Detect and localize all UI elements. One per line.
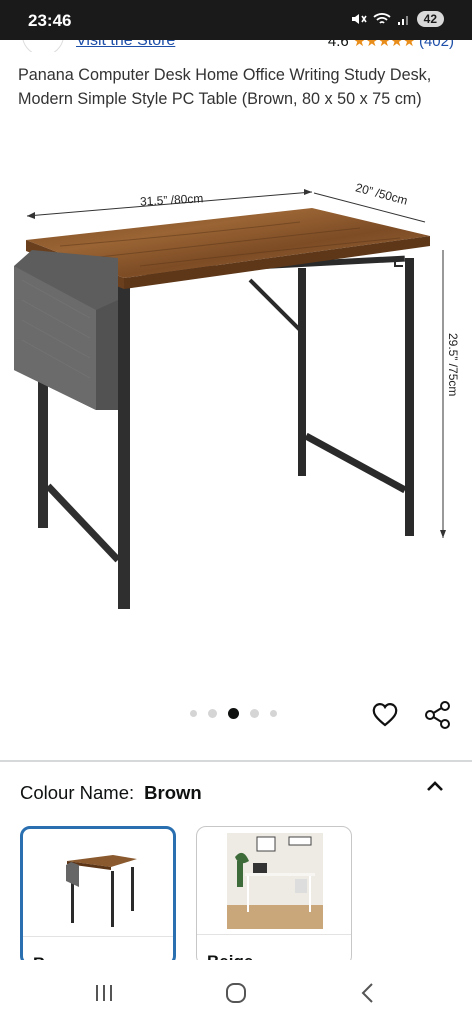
dimension-depth: 20” /50cm [354, 180, 409, 207]
wifi-icon [373, 13, 391, 24]
swatch-divider [23, 936, 173, 937]
carousel-dot[interactable] [270, 710, 277, 717]
product-image[interactable]: 31.5” /80cm 20” /50cm 29.5” /75cm [0, 150, 472, 690]
dimension-height: 29.5” /75cm [446, 333, 460, 396]
dimension-width: 31.5” /80cm [140, 191, 204, 208]
status-icons: 42 [351, 11, 444, 27]
share-icon[interactable] [424, 700, 452, 730]
store-row: Visit the Store 4.6 ★★★★★ (402) [0, 40, 472, 52]
battery-indicator: 42 [416, 11, 444, 27]
store-logo [22, 40, 64, 52]
swatch-image-brown [66, 855, 137, 927]
rating-summary[interactable]: 4.6 ★★★★★ (402) [328, 40, 454, 50]
status-bar: 23:46 42 [0, 0, 472, 40]
colour-option-beige[interactable]: Beige [196, 826, 352, 966]
home-icon[interactable] [225, 982, 247, 1004]
section-divider [0, 760, 472, 762]
visit-store-link[interactable]: Visit the Store [76, 40, 175, 50]
carousel-dot[interactable] [250, 709, 259, 718]
colour-name-value: Brown [144, 782, 202, 803]
swatch-divider [197, 934, 351, 935]
colour-name-row: Colour Name: Brown [20, 782, 202, 804]
rating-count[interactable]: (402) [419, 40, 454, 50]
recent-apps-icon[interactable] [93, 983, 115, 1003]
signal-icon [397, 16, 408, 25]
back-icon[interactable] [360, 982, 376, 1004]
carousel-dot-active[interactable] [228, 708, 239, 719]
product-title: Panana Computer Desk Home Office Writing… [18, 66, 432, 108]
system-navigation-bar [0, 960, 472, 1024]
image-carousel-indicator[interactable] [190, 708, 277, 719]
colour-name-label: Colour Name: [20, 782, 135, 803]
wishlist-heart-icon[interactable] [371, 701, 399, 729]
colour-option-brown[interactable]: Brown [20, 826, 176, 966]
carousel-dot[interactable] [208, 709, 217, 718]
status-time: 23:46 [28, 11, 72, 30]
swatch-image-beige [227, 833, 323, 929]
star-rating-icon: ★★★★★ [352, 40, 416, 50]
rating-value: 4.6 [327, 40, 349, 50]
chevron-up-icon[interactable] [424, 778, 446, 796]
mute-icon [351, 14, 367, 24]
carousel-dot[interactable] [190, 710, 197, 717]
